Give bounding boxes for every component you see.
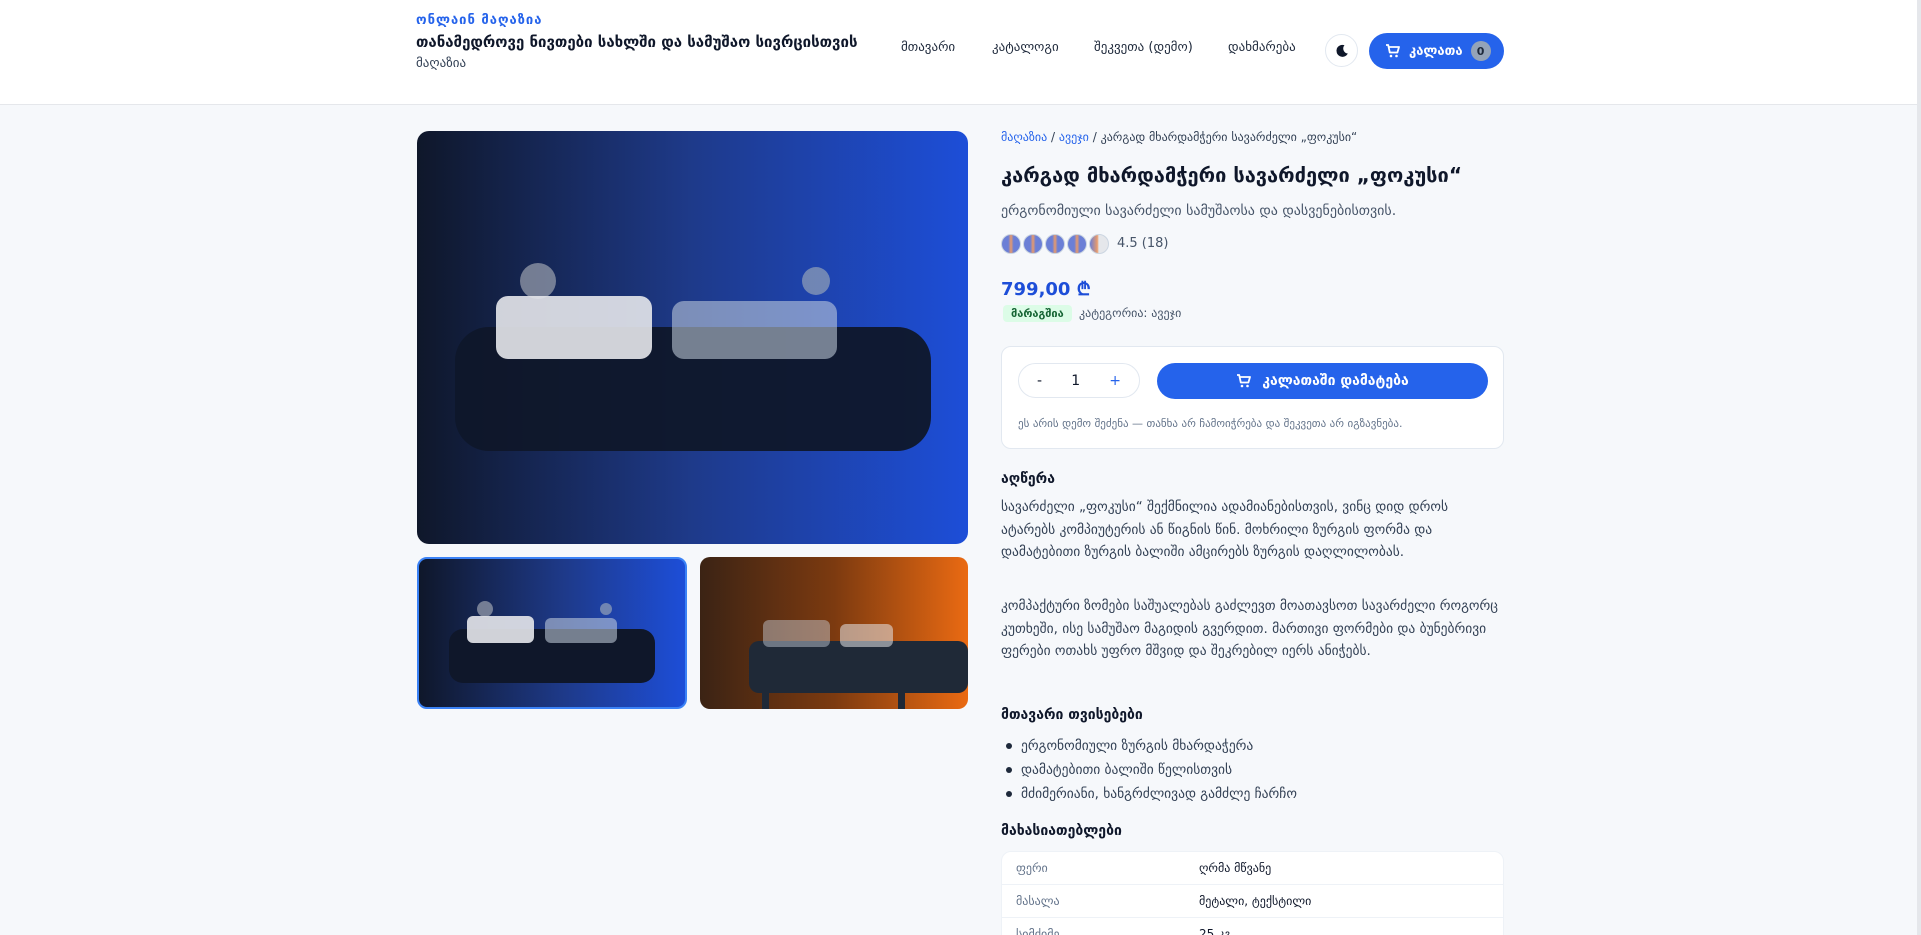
rating-stars [1001, 234, 1109, 254]
features-heading: მთავარი თვისებები [1001, 707, 1143, 723]
product-subtitle: ერგონომიული სავარძელი სამუშაოსა და დასვე… [1001, 203, 1397, 219]
brand-eyebrow[interactable]: ონლაინ მაღაზია [416, 13, 542, 28]
nav-help[interactable]: დახმარება [1228, 40, 1296, 55]
sofa-illustration [455, 263, 931, 451]
spec-value: 25 კგ [1199, 927, 1232, 935]
purchase-box: - 1 + კალათაში დამატება ეს არის დემო შეძ… [1001, 346, 1504, 449]
add-to-cart-button[interactable]: კალათაში დამატება [1157, 363, 1488, 399]
breadcrumb-current: კარგად მხარდამჭერი სავარძელი „ფოკუსი“ [1100, 130, 1358, 144]
quantity-increment-button[interactable]: + [1109, 373, 1121, 389]
thumbnail-2[interactable] [700, 557, 968, 709]
specs-table: ფერი ღრმა მწვანე მასალა მეტალი, ტექსტილი… [1001, 851, 1504, 935]
product-price: 799,00 ₾ [1001, 279, 1091, 300]
breadcrumb-furniture[interactable]: ავეჯი [1059, 130, 1089, 144]
site-header: ონლაინ მაღაზია თანამედროვე ნივთები სახლშ… [0, 0, 1921, 105]
spec-value: ღრმა მწვანე [1199, 861, 1272, 875]
demo-purchase-note: ეს არის დემო შეძენა — თანხა არ ჩამოიჭრებ… [1018, 417, 1403, 430]
feature-item: დამატებითი ბალიში წელისთვის [1003, 758, 1297, 782]
spec-row: სიმძიმე 25 კგ [1002, 918, 1503, 935]
thumbnail-1-illustration [449, 601, 655, 683]
features-list: ერგონომიული ზურგის მხარდაჭერა დამატებითი… [1003, 734, 1297, 806]
feature-item: მძიმერიანი, ხანგრძლივად გამძლე ჩარჩო [1003, 782, 1297, 806]
product-category: კატეგორია: ავეჯი [1079, 306, 1182, 320]
spec-row: ფერი ღრმა მწვანე [1002, 852, 1503, 885]
spec-value: მეტალი, ტექსტილი [1199, 894, 1312, 908]
description-paragraph-2: კომპაქტური ზომები საშუალებას გაძლევთ მოა… [1001, 598, 1498, 659]
specs-heading: მახასიათებლები [1001, 823, 1122, 839]
quantity-stepper: - 1 + [1018, 363, 1140, 398]
thumbnail-1[interactable] [417, 557, 687, 709]
brand-title[interactable]: თანამედროვე ნივთები სახლში და სამუშაო სი… [416, 33, 858, 51]
breadcrumb-separator-2: / [1092, 130, 1101, 144]
theme-toggle-button[interactable] [1325, 34, 1358, 67]
breadcrumb-shop[interactable]: მაღაზია [1001, 130, 1047, 144]
feature-item: ერგონომიული ზურგის მხარდაჭერა [1003, 734, 1297, 758]
spec-row: მასალა მეტალი, ტექსტილი [1002, 885, 1503, 918]
star-icon [1045, 234, 1065, 254]
star-icon [1001, 234, 1021, 254]
nav-catalog[interactable]: კატალოგი [992, 40, 1059, 55]
nav-home[interactable]: მთავარი [901, 40, 955, 55]
star-icon [1023, 234, 1043, 254]
moon-icon [1335, 44, 1348, 57]
description-paragraph-1: სავარძელი „ფოკუსი“ შექმნილია ადამიანების… [1001, 499, 1449, 560]
window-scrollbar[interactable] [1917, 0, 1921, 935]
thumbnail-2-illustration [749, 620, 968, 709]
quantity-value[interactable]: 1 [1071, 373, 1080, 389]
nav-order-demo[interactable]: შეკვეთა (დემო) [1094, 40, 1193, 55]
add-to-cart-label: კალათაში დამატება [1262, 373, 1409, 389]
brand-subtitle: მაღაზია [416, 56, 467, 71]
cart-icon [1237, 374, 1252, 388]
star-half-icon [1089, 234, 1109, 254]
star-icon [1067, 234, 1087, 254]
product-main-image [417, 131, 968, 544]
description-heading: აღწერა [1001, 471, 1055, 487]
spec-key: მასალა [1016, 894, 1060, 908]
cart-button[interactable]: კალათა 0 [1369, 33, 1504, 69]
cart-label: კალათა [1409, 43, 1463, 59]
cart-count-badge: 0 [1470, 41, 1491, 61]
rating-text: 4.5 (18) [1117, 236, 1169, 251]
stock-badge: მარაგშია [1003, 305, 1072, 322]
breadcrumb: მაღაზია / ავეჯი / კარგად მხარდამჭერი სავ… [1001, 130, 1357, 144]
product-title: კარგად მხარდამჭერი სავარძელი „ფოკუსი“ [1001, 163, 1462, 187]
spec-key: ფერი [1016, 861, 1048, 875]
spec-key: სიმძიმე [1016, 927, 1060, 935]
quantity-decrement-button[interactable]: - [1037, 373, 1042, 389]
breadcrumb-separator-1: / [1051, 130, 1059, 144]
cart-icon [1386, 44, 1400, 58]
